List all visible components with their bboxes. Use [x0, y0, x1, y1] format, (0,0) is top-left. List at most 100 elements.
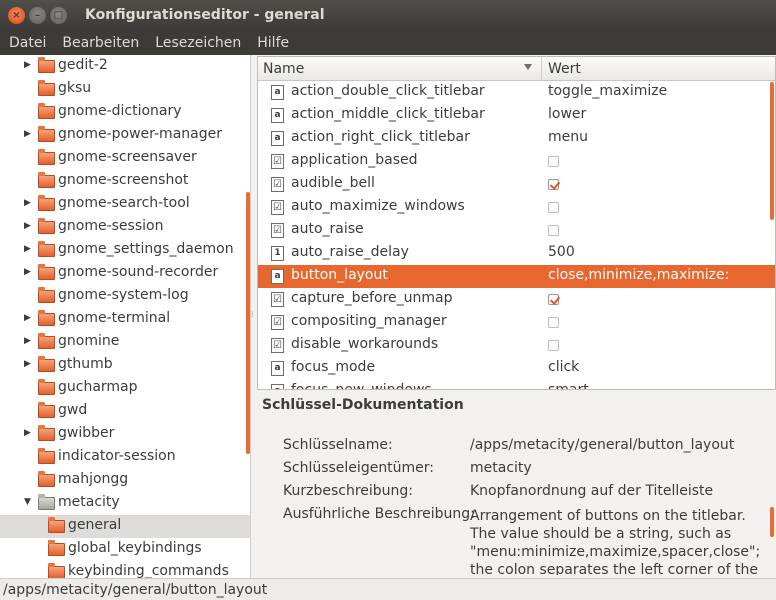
folder-icon — [38, 264, 55, 280]
tree-item[interactable]: gnome-dictionary — [0, 101, 250, 124]
key-row[interactable]: ☑ compositing_manager — [258, 311, 775, 334]
tree-item[interactable]: indicator-session — [0, 446, 250, 469]
expander-right-icon[interactable]: ▶ — [24, 198, 34, 208]
doc-scrollbar[interactable] — [770, 507, 774, 537]
tree-item-label: indicator-session — [58, 448, 176, 464]
key-row[interactable]: a focus_mode click — [258, 357, 775, 380]
string-type-icon: a — [271, 384, 284, 389]
tree-item[interactable]: ▶ gnome-sound-recorder — [0, 262, 250, 285]
key-row[interactable]: ☑ auto_maximize_windows — [258, 196, 775, 219]
key-row[interactable]: ☑ application_based — [258, 150, 775, 173]
tree-item-label: gucharmap — [58, 379, 138, 395]
tree-item[interactable]: ▼ metacity — [0, 492, 250, 515]
expander-right-icon[interactable]: ▶ — [24, 60, 34, 70]
tree-item-label: general — [68, 517, 122, 533]
menu-bearbeiten[interactable]: Bearbeiten — [55, 35, 146, 51]
tree-item-label: gksu — [58, 80, 92, 96]
tree-item[interactable]: mahjongg — [0, 469, 250, 492]
string-type-icon: a — [271, 131, 284, 146]
key-row[interactable]: a action_right_click_titlebar menu — [258, 127, 775, 150]
tree-item[interactable]: ▶ gnomine — [0, 331, 250, 354]
folder-icon — [38, 218, 55, 234]
expander-down-icon[interactable]: ▼ — [24, 497, 34, 507]
key-value[interactable]: smart — [548, 382, 589, 389]
doc-short-description: Knopfanordnung auf der Titelleiste — [470, 483, 714, 499]
expander-right-icon[interactable]: ▶ — [24, 359, 34, 369]
boolean-type-icon: ☑ — [271, 200, 284, 215]
folder-icon — [38, 241, 55, 257]
key-row[interactable]: a action_middle_click_titlebar lower — [258, 104, 775, 127]
key-value-checkbox[interactable] — [548, 294, 559, 305]
key-value-checkbox[interactable] — [548, 179, 559, 190]
key-row[interactable]: ☑ auto_raise — [258, 219, 775, 242]
tree-item[interactable]: gnome-screensaver — [0, 147, 250, 170]
tree-item[interactable]: ▶ gnome-session — [0, 216, 250, 239]
key-value-checkbox[interactable] — [548, 317, 559, 328]
tree-item[interactable]: gucharmap — [0, 377, 250, 400]
tree-item[interactable]: ▶ gthumb — [0, 354, 250, 377]
key-value[interactable]: lower — [548, 106, 586, 122]
tree-item[interactable]: gksu — [0, 78, 250, 101]
key-list-scrollbar[interactable] — [770, 82, 774, 220]
key-row[interactable]: ☑ audible_bell — [258, 173, 775, 196]
key-row[interactable]: ☑ disable_workarounds — [258, 334, 775, 357]
minimize-button[interactable]: – — [29, 6, 46, 24]
expander-right-icon[interactable]: ▶ — [24, 313, 34, 323]
key-value-checkbox[interactable] — [548, 156, 559, 167]
tree-item-label: gthumb — [58, 356, 113, 372]
key-row[interactable]: a focus_new_windows smart — [258, 380, 775, 389]
tree-item-label: gnomine — [58, 333, 120, 349]
key-value-checkbox[interactable] — [548, 202, 559, 213]
key-name: disable_workarounds — [291, 336, 439, 352]
tree-item-label: gnome-dictionary — [58, 103, 182, 119]
key-row[interactable]: ☑ capture_before_unmap — [258, 288, 775, 311]
tree-item[interactable]: ▶ gedit-2 — [0, 55, 250, 78]
expander-right-icon[interactable]: ▶ — [24, 267, 34, 277]
maximize-button[interactable]: □ — [50, 6, 67, 24]
key-value-checkbox[interactable] — [548, 225, 559, 236]
key-row[interactable]: a button_layout close,minimize,maximize: — [258, 265, 775, 288]
tree-item-label: gnome-screenshot — [58, 172, 189, 188]
key-value-checkbox[interactable] — [548, 340, 559, 351]
column-header-name[interactable]: Name — [258, 57, 542, 81]
integer-type-icon: 1 — [271, 246, 284, 261]
expander-right-icon[interactable]: ▶ — [24, 244, 34, 254]
tree-item[interactable]: gnome-screenshot — [0, 170, 250, 193]
expander-right-icon[interactable]: ▶ — [24, 428, 34, 438]
tree-item[interactable]: ▶ gnome_settings_daemon — [0, 239, 250, 262]
column-header-value[interactable]: Wert — [542, 57, 775, 81]
tree-item[interactable]: ▶ gwibber — [0, 423, 250, 446]
menu-bar: Datei Bearbeiten Lesezeichen Hilfe — [0, 30, 776, 55]
key-list[interactable]: Name Wert a action_double_click_titlebar t… — [257, 56, 776, 390]
tree-item[interactable]: gnome-system-log — [0, 285, 250, 308]
close-button[interactable]: × — [8, 6, 25, 24]
key-row[interactable]: a action_double_click_titlebar toggle_maxi… — [258, 81, 775, 104]
tree-item-label: gedit-2 — [58, 57, 108, 73]
menu-datei[interactable]: Datei — [2, 35, 53, 51]
tree-item[interactable]: gwd — [0, 400, 250, 423]
key-value[interactable]: close,minimize,maximize: — [548, 267, 729, 283]
key-value[interactable]: menu — [548, 129, 588, 145]
tree-item[interactable]: general — [0, 515, 250, 538]
tree-item[interactable]: ▶ gnome-search-tool — [0, 193, 250, 216]
key-row[interactable]: 1 auto_raise_delay 500 — [258, 242, 775, 265]
menu-hilfe[interactable]: Hilfe — [250, 35, 296, 51]
directory-tree[interactable]: ▶ gedit-2 gksu gnome-dictionary ▶ gnome-power… — [0, 55, 251, 578]
folder-icon — [38, 448, 55, 464]
folder-icon — [48, 540, 65, 556]
tree-item[interactable]: ▶ gnome-terminal — [0, 308, 250, 331]
tree-item[interactable]: ▶ gnome-power-manager — [0, 124, 250, 147]
expander-right-icon[interactable]: ▶ — [24, 336, 34, 346]
key-value[interactable]: click — [548, 359, 579, 375]
maximize-icon: □ — [53, 9, 64, 21]
key-value[interactable]: 500 — [548, 244, 575, 260]
key-name: application_based — [291, 152, 418, 168]
key-value[interactable]: toggle_maximize — [548, 83, 667, 99]
expander-right-icon[interactable]: ▶ — [24, 221, 34, 231]
expander-right-icon[interactable]: ▶ — [24, 129, 34, 139]
doc-owner-label: Schlüsseleigentümer: — [283, 460, 435, 476]
tree-item[interactable]: keybinding_commands — [0, 561, 250, 578]
menu-lesezeichen[interactable]: Lesezeichen — [148, 35, 248, 51]
tree-item-label: global_keybindings — [68, 540, 202, 556]
tree-item[interactable]: global_keybindings — [0, 538, 250, 561]
